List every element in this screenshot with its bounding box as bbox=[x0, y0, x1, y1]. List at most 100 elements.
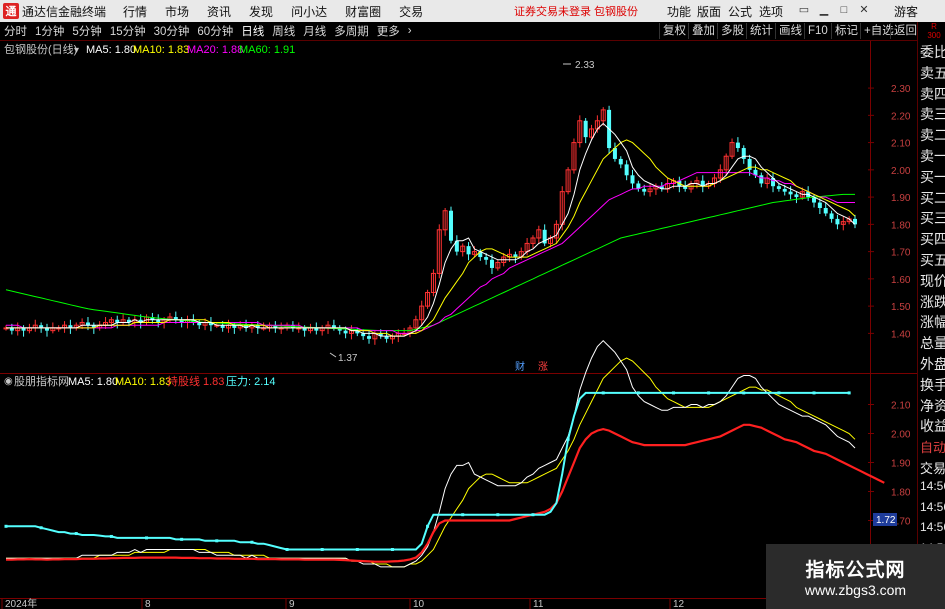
pressure-dot bbox=[742, 391, 746, 395]
sidebar-item-9: 买四 bbox=[920, 231, 945, 248]
indicator-legend: ◉ 股朋指标网 MA5: 1.80 MA10: 1.83 持股线 1.83 压力… bbox=[4, 374, 276, 388]
pressure-dot bbox=[426, 524, 430, 528]
tab-1min[interactable]: 1分钟 bbox=[31, 23, 68, 39]
pressure-dot bbox=[390, 548, 394, 551]
sidebar-item-15: 外盘 bbox=[920, 356, 945, 372]
indicator-collapse-icon[interactable]: ◉ bbox=[4, 376, 13, 387]
tab-5min[interactable]: 5分钟 bbox=[68, 23, 105, 39]
candle-body-down bbox=[448, 210, 453, 241]
tab-30min[interactable]: 30分钟 bbox=[150, 23, 194, 39]
current-value: 1.72 bbox=[876, 515, 896, 526]
pressure-dot bbox=[812, 391, 816, 395]
menu-market[interactable]: 行情 bbox=[114, 3, 156, 20]
restore-icon[interactable]: ▭ bbox=[797, 3, 811, 17]
menu-exchange[interactable]: 市场 bbox=[156, 3, 198, 20]
sidebar-item-7: 买二 bbox=[920, 189, 945, 206]
stats-button[interactable]: 统计 bbox=[746, 23, 776, 39]
candle-body-down bbox=[624, 164, 629, 176]
right-sidebar: R 300 委比 卖五 卖四 卖三 卖二 卖一 买一 买二 买三 买四 买五 现价 涨跌 涨幅 总量 外盘 换手… bbox=[917, 22, 945, 609]
tab-daily[interactable]: 日线 bbox=[237, 23, 268, 39]
menu-formula[interactable]: 公式 bbox=[728, 3, 752, 20]
x-label: 11 bbox=[533, 599, 544, 609]
menu-ask[interactable]: 问小达 bbox=[282, 3, 336, 20]
main-y-label: 1.60 bbox=[891, 275, 911, 286]
tab-monthly[interactable]: 月线 bbox=[299, 23, 330, 39]
rise-marker[interactable]: 涨 bbox=[538, 361, 548, 373]
pressure-dot bbox=[180, 537, 184, 541]
login-notice[interactable]: 证券交易未登录 包钢股份 bbox=[514, 3, 638, 19]
tab-multi-period[interactable]: 多周期 bbox=[330, 23, 373, 39]
pressure-dot bbox=[777, 391, 781, 395]
ind-ma5-label: MA5: 1.80 bbox=[68, 376, 118, 388]
indicator-name[interactable]: 股朋指标网 bbox=[14, 374, 69, 388]
pressure-dot bbox=[566, 437, 570, 441]
sidebar-item-3: 卖三 bbox=[920, 106, 945, 123]
x-label: 12 bbox=[673, 599, 685, 609]
pressure-dot bbox=[531, 513, 535, 517]
hold-label: 持股线 bbox=[167, 374, 200, 388]
overlay-button[interactable]: 叠加 bbox=[688, 23, 718, 39]
ma60-label: MA60: 1.91 bbox=[239, 44, 295, 56]
indicator-chart bbox=[4, 339, 885, 568]
menu-wealth[interactable]: 财富圈 bbox=[336, 3, 390, 20]
low-arrow-icon bbox=[329, 352, 337, 358]
main-legend: 包钢股份(日线) ▾ MA5: 1.80 MA10: 1.83 MA20: 1.… bbox=[4, 42, 295, 56]
sidebar-item-19[interactable]: 自动 bbox=[920, 437, 945, 456]
adjust-button[interactable]: 复权 bbox=[659, 23, 689, 39]
f10-button[interactable]: F10 bbox=[804, 23, 831, 39]
mark-button[interactable]: 标记 bbox=[831, 23, 861, 39]
pressure-dot bbox=[320, 548, 324, 551]
menu-options[interactable]: 选项 bbox=[759, 3, 783, 20]
menu-function[interactable]: 功能 bbox=[667, 3, 691, 20]
sidebar-item-0: 委比 bbox=[920, 44, 945, 60]
app-logo-icon: 通 bbox=[3, 3, 19, 19]
ma10-label: MA10: 1.83 bbox=[133, 44, 189, 56]
pressure-dot bbox=[285, 548, 289, 551]
draw-button[interactable]: 画线 bbox=[775, 23, 805, 39]
candle-body-down bbox=[788, 191, 793, 195]
menu-news[interactable]: 资讯 bbox=[198, 3, 240, 20]
panel-divider bbox=[0, 373, 917, 374]
sidebar-item-1: 卖五 bbox=[920, 64, 945, 81]
candle-body-down bbox=[829, 213, 834, 219]
sidebar-item-20[interactable]: 交易 bbox=[920, 458, 945, 477]
chevron-right-icon[interactable]: › bbox=[404, 25, 416, 37]
stock-label[interactable]: 包钢股份(日线) bbox=[4, 42, 77, 56]
candle-body-down bbox=[489, 259, 494, 268]
minimize-icon[interactable]: ▁ bbox=[817, 3, 831, 17]
x-axis-line bbox=[0, 598, 870, 599]
ind-y-label: 1.80 bbox=[891, 488, 911, 499]
finance-marker[interactable]: 财 bbox=[515, 360, 525, 373]
multi-stock-button[interactable]: 多股 bbox=[717, 23, 747, 39]
ma20-label: MA20: 1.88 bbox=[187, 44, 243, 56]
candle-body-down bbox=[618, 158, 623, 165]
candle-body-down bbox=[367, 336, 372, 339]
candle-body-down bbox=[835, 218, 840, 225]
tab-weekly[interactable]: 周线 bbox=[268, 23, 299, 39]
menu-layout[interactable]: 版面 bbox=[697, 3, 721, 20]
menu-discover[interactable]: 发现 bbox=[240, 3, 282, 20]
candle-body-down bbox=[759, 175, 764, 184]
tab-more[interactable]: 更多 bbox=[373, 23, 404, 39]
tab-60min[interactable]: 60分钟 bbox=[193, 23, 237, 39]
pressure-dot bbox=[847, 391, 851, 395]
guest-user[interactable]: 游客 bbox=[894, 3, 918, 20]
candle-body-down bbox=[794, 194, 799, 198]
candle-body-down bbox=[776, 186, 781, 189]
close-icon[interactable]: ✕ bbox=[857, 3, 871, 17]
chart-area[interactable]: 2.30 2.20 2.10 2.00 1.90 1.80 1.70 1.60 1.50 1.40… bbox=[0, 41, 917, 609]
ma5-line bbox=[6, 122, 856, 337]
tab-15min[interactable]: 15分钟 bbox=[106, 23, 150, 39]
chevron-down-icon[interactable]: ▾ bbox=[74, 45, 79, 56]
menu-trade[interactable]: 交易 bbox=[390, 3, 432, 20]
main-y-label: 1.40 bbox=[891, 329, 911, 340]
x-label: 8 bbox=[145, 599, 151, 609]
main-y-label: 2.20 bbox=[891, 111, 911, 122]
back-button[interactable]: 返回 bbox=[890, 23, 920, 39]
pressure-dot bbox=[355, 548, 359, 551]
maximize-icon[interactable]: □ bbox=[837, 3, 851, 17]
pressure-dot bbox=[4, 524, 8, 528]
tab-intraday[interactable]: 分时 bbox=[0, 23, 31, 39]
main-y-label: 1.90 bbox=[891, 193, 911, 204]
sidebar-item-11: 现价 bbox=[920, 272, 945, 289]
